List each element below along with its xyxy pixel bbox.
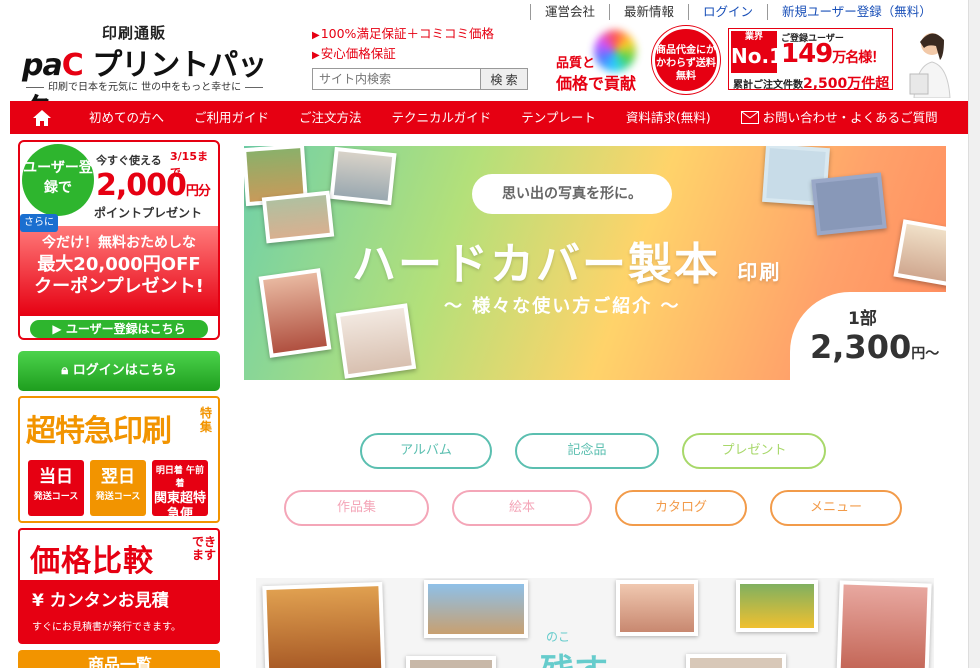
photo-thumb (406, 656, 496, 668)
coupon-offer: 今だけ！無料おためしな 最大20,000円OFF クーポンプレゼント! (20, 226, 218, 316)
photo-thumb (893, 219, 946, 287)
company-link[interactable]: 運営会社 (530, 4, 609, 20)
category-catalog[interactable]: カタログ (615, 490, 747, 526)
promo-link-price[interactable]: 安心価格保証 (312, 45, 494, 65)
keepsake-collage[interactable]: のこ 残す (256, 578, 934, 668)
same-day-box[interactable]: 当日 発送コース (28, 460, 84, 516)
photo-thumb (424, 580, 528, 638)
banner-title: ハードカバー製本 印刷 (352, 239, 782, 290)
category-menu[interactable]: メニュー (770, 490, 902, 526)
nav-order[interactable]: ご注文方法 (284, 101, 377, 134)
photo-thumb (261, 190, 335, 244)
hardcover-banner[interactable]: 思い出の写真を形に。 ハードカバー製本 印刷 ～ 様々な使い方ご紹介 ～ 1部 … (244, 146, 946, 380)
product-list-button[interactable]: 商品一覧 (18, 650, 220, 668)
search-input[interactable] (313, 69, 480, 89)
color-wheel-icon (594, 30, 636, 72)
main-nav: 初めての方へ ご利用ガイド ご注文方法 テクニカルガイド テンプレート 資料請求… (10, 101, 968, 134)
no1-badge: 業界 No.1 ご登録ユーザー 149万名様！ 累計ご注文件数2,500万件超 (728, 28, 893, 92)
nav-technical[interactable]: テクニカルガイド (377, 101, 507, 134)
site-search: 検 索 (312, 68, 528, 90)
news-link[interactable]: 最新情報 (609, 4, 688, 20)
express-print-banner[interactable]: 超特急印刷 特集 当日 発送コース 翌日 発送コース 明日着 午前着 関東超特急便 (18, 396, 220, 523)
banner-subtitle: ～ 様々な使い方ご紹介 ～ (444, 296, 681, 317)
nav-template[interactable]: テンプレート (506, 101, 611, 134)
register-button[interactable]: ▶ ユーザー登録はこちら (30, 320, 208, 338)
free-shipping-badge: 商品代金にかかわらず送料無料 (652, 26, 720, 94)
promo-link-guarantee[interactable]: 100%満足保証＋コミコミ価格 (312, 25, 494, 45)
photo-thumb (329, 146, 397, 206)
photo-thumb (736, 580, 818, 632)
photo-thumb (616, 580, 698, 636)
photo-thumb (335, 303, 417, 379)
photo-thumb (258, 268, 332, 358)
book-thumb (811, 172, 887, 236)
nav-home[interactable] (10, 101, 74, 134)
nav-materials[interactable]: 資料請求(無料) (611, 101, 726, 134)
top-links: 運営会社 最新情報 ログイン 新規ユーザー登録（無料） (530, 4, 946, 20)
quality-badge: 品質と 価格で貢献 (556, 30, 648, 94)
site-logo[interactable]: 印刷通販 paC プリントパック 印刷で日本を元気に 世の中をもっと幸せに (22, 22, 290, 127)
logo-tagline: 印刷で日本を元気に 世の中をもっと幸せに (22, 78, 267, 93)
category-gift[interactable]: プレゼント (682, 433, 826, 469)
kanto-express-box[interactable]: 明日着 午前着 関東超特急便 (152, 460, 208, 522)
nav-guide[interactable]: ご利用ガイド (179, 101, 284, 134)
category-commemorative[interactable]: 記念品 (515, 433, 659, 469)
category-album[interactable]: アルバム (360, 433, 492, 469)
login-link[interactable]: ログイン (688, 4, 767, 20)
coupon-banner[interactable]: ユーザー登録で 今すぐ使える 3/15まで 2,000円分 ポイントプレゼント … (18, 140, 220, 340)
promo-links: 100%満足保証＋コミコミ価格 安心価格保証 (312, 25, 494, 65)
coupon-amount: 2,000円分 (96, 168, 211, 203)
banner-bubble: 思い出の写真を形に。 (472, 174, 672, 214)
no1-label: 業界 No.1 (731, 31, 783, 73)
nav-contact[interactable]: お問い合わせ・よくあるご質問 (726, 101, 953, 134)
home-icon (33, 109, 51, 126)
photo-thumb (686, 654, 786, 668)
login-button[interactable]: 🔒︎ ログインはこちら (18, 351, 220, 391)
register-circle: ユーザー登録で (22, 144, 94, 216)
order-count: 累計ご注文件数2,500万件超 (733, 76, 890, 92)
banner-price: 1部 2,300円～ (790, 292, 946, 380)
user-count: 149万名様！ (781, 39, 885, 69)
category-portfolio[interactable]: 作品集 (284, 490, 429, 526)
next-day-box[interactable]: 翌日 発送コース (90, 460, 146, 516)
collage-heading: 残す (540, 644, 608, 668)
nav-beginners[interactable]: 初めての方へ (74, 101, 179, 134)
mail-icon (740, 111, 759, 124)
category-picture-book[interactable]: 絵本 (452, 490, 592, 526)
photo-thumb (262, 581, 386, 668)
lock-icon: 🔒︎ (61, 363, 73, 378)
photo-thumb (836, 580, 932, 668)
operator-woman-image (909, 33, 951, 98)
search-button[interactable]: 検 索 (480, 69, 527, 89)
more-label: さらに (20, 214, 58, 232)
estimate-label: ¥ カンタンお見積 (32, 591, 169, 611)
register-link[interactable]: 新規ユーザー登録（無料） (767, 4, 946, 20)
scrollbar[interactable] (968, 0, 980, 668)
price-compare-banner[interactable]: 価格比較 できます ¥ カンタンお見積 すぐにお見積書が発行できます。 (18, 528, 220, 644)
